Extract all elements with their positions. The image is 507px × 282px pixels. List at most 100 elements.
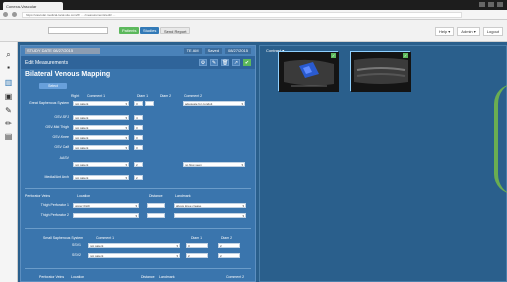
distance-input[interactable] <box>147 213 165 218</box>
close-icon[interactable] <box>497 2 503 7</box>
panel-title: Edit Measurements <box>25 60 69 66</box>
comment1-select[interactable]: not patent <box>88 243 180 248</box>
pen-icon[interactable]: ✏ <box>4 119 13 128</box>
diam2-input[interactable]: 2 <box>218 253 240 258</box>
comment1-select[interactable]: not patent <box>73 125 129 130</box>
col-distance: Distance <box>149 194 163 198</box>
diam1-input[interactable]: 2 <box>186 253 208 258</box>
back-icon[interactable] <box>3 12 8 17</box>
delete-icon[interactable]: 🗑 <box>221 59 229 66</box>
comment2-select[interactable]: no flow seen <box>183 162 245 167</box>
browser-titlebar: Conexa-Vascular <box>0 0 507 10</box>
comment1-select[interactable]: not patent <box>73 175 129 180</box>
search-icon[interactable]: ⌕ <box>4 50 13 59</box>
section-divider <box>25 228 251 229</box>
maximize-icon[interactable] <box>488 2 494 7</box>
ssv-label: SSV1 <box>72 243 81 247</box>
location-select[interactable] <box>73 213 139 218</box>
logout-button[interactable]: Logout <box>482 27 503 36</box>
panel-actions: ⚙ ✎ 🗑 ↗ ✔ <box>199 59 251 66</box>
admin-menu[interactable]: Admin ▾ <box>457 27 480 36</box>
patients-button[interactable]: Patients <box>119 27 140 34</box>
perforator-label: Thigh Perforator 2 <box>40 213 69 217</box>
browser-tab[interactable]: Conexa-Vascular <box>3 2 63 10</box>
document-icon[interactable]: ▤ <box>4 132 13 141</box>
comment1-select[interactable]: not patent <box>73 115 129 120</box>
row-label: GSV-SFJ <box>54 115 69 119</box>
study-date: STUDY DATE 08/27/2015 <box>25 48 100 54</box>
ultrasound-image <box>279 52 339 92</box>
comment1-select[interactable]: not patent <box>73 135 129 140</box>
url-input[interactable]: https://vascular.medical-local-site.com/… <box>22 12 462 18</box>
edit-icon[interactable]: ✎ <box>210 59 218 66</box>
check-icon[interactable]: ✓ <box>331 53 336 58</box>
diam1-input[interactable]: 3 <box>134 145 143 150</box>
perforator-label: Thigh Perforator 1 <box>40 203 69 207</box>
pen-icon[interactable]: ✎ <box>4 106 13 115</box>
studies-button[interactable]: Studies <box>140 27 160 34</box>
comment1-select[interactable]: not patent <box>88 253 180 258</box>
col-diam2: Diam 2 <box>160 94 172 98</box>
saved-date: 08/27/2015 <box>224 48 251 54</box>
distance-input[interactable] <box>147 203 165 208</box>
col-right: Right <box>71 94 80 98</box>
ultrasound-image <box>351 52 411 92</box>
chart-icon[interactable]: ▥ <box>4 78 13 87</box>
row-label: Great Saphenous System <box>29 101 70 105</box>
row-label: AASV <box>59 156 69 160</box>
col-comment1: Comment 1 <box>96 236 115 240</box>
col-diam1: Diam 1 <box>137 94 149 98</box>
diam1-input[interactable]: 3 <box>134 125 143 130</box>
comment2-select[interactable]: adequate for conduit <box>183 101 245 106</box>
diam1-input[interactable]: 3 <box>186 243 208 248</box>
send-report-button[interactable]: Send Report <box>160 27 191 34</box>
comment1-select[interactable]: not patent <box>73 101 129 106</box>
ultrasound-thumbnail[interactable]: ✓ <box>350 51 411 92</box>
image-icon[interactable]: ▣ <box>4 92 13 101</box>
comment1-select[interactable]: not patent <box>73 145 129 150</box>
decorative-arc <box>494 84 507 194</box>
landmark-select[interactable] <box>174 213 246 218</box>
forward-icon[interactable] <box>12 12 17 17</box>
check-icon[interactable]: ✓ <box>403 53 408 58</box>
col-comment2: Comment 2 <box>226 275 245 279</box>
location-select[interactable]: upper thigh <box>73 203 139 208</box>
address-bar: https://vascular.medical-local-site.com/… <box>0 10 507 20</box>
study-info-strip: STUDY DATE 08/27/2015 TE AM Saved 08/27/… <box>21 46 255 56</box>
col-distance: Distance <box>141 275 155 279</box>
row-label: GSV-Knee <box>52 135 69 139</box>
diam1-input[interactable]: 4 <box>134 115 143 120</box>
bottom-perforator-header: Perforator Veins <box>39 275 65 279</box>
record-icon[interactable]: ▪ <box>4 63 13 72</box>
settings-icon[interactable]: ⚙ <box>199 59 207 66</box>
search-input[interactable] <box>48 27 108 34</box>
window-controls <box>479 2 503 7</box>
diam1-input[interactable]: 3 <box>134 101 143 106</box>
minimize-icon[interactable] <box>479 2 485 7</box>
panel-header: Edit Measurements ⚙ ✎ 🗑 ↗ ✔ <box>21 56 255 69</box>
col-landmark: Landmark <box>159 275 175 279</box>
confirm-icon[interactable]: ✔ <box>243 59 251 66</box>
diam1-input[interactable]: 3 <box>134 135 143 140</box>
expand-icon[interactable]: ↗ <box>232 59 240 66</box>
diam2-input[interactable] <box>145 101 154 106</box>
help-menu[interactable]: Help ▾ <box>434 27 455 36</box>
col-comment1: Comment 1 <box>87 94 106 98</box>
ssv-header: Small Saphenous System <box>43 236 84 240</box>
ssv-label: SSV2 <box>72 253 81 257</box>
app-toolbar: Patients Studies Send Report Help ▾ Admi… <box>0 20 507 42</box>
col-comment2: Comment 2 <box>184 94 203 98</box>
diam1-input[interactable]: 2 <box>134 162 143 167</box>
comment1-select[interactable]: not patent <box>73 162 129 167</box>
ultrasound-thumbnail[interactable]: ✓ <box>278 51 339 92</box>
col-location: Location <box>77 194 91 198</box>
section-divider <box>25 188 251 189</box>
diam1-input[interactable]: 2 <box>134 175 143 180</box>
select-button[interactable]: Select <box>39 83 67 89</box>
section-divider <box>25 268 251 269</box>
diam2-input[interactable]: 2 <box>218 243 240 248</box>
form-title: Bilateral Venous Mapping <box>25 71 111 78</box>
row-label: GSV-Mid Thigh <box>45 125 69 129</box>
landmark-select[interactable]: above knee crease <box>174 203 246 208</box>
saved-label: Saved <box>204 48 222 54</box>
